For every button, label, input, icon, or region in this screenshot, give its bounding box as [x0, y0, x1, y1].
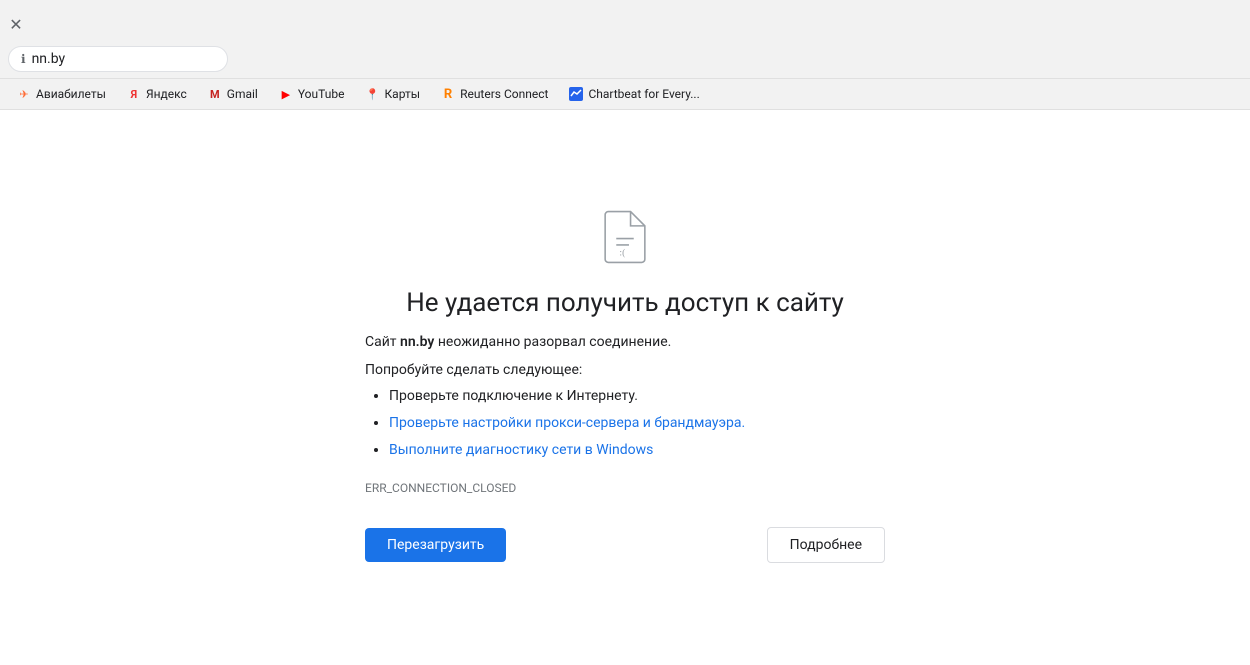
reload-button[interactable]: Перезагрузить [365, 528, 506, 562]
yandex-icon: Я [126, 86, 142, 102]
suggestion-1: Проверьте подключение к Интернету. [389, 386, 885, 407]
error-code: ERR_CONNECTION_CLOSED [365, 481, 885, 495]
bookmark-yandex[interactable]: Я Яндекс [118, 83, 195, 105]
aviasales-icon: ✈ [16, 86, 32, 102]
browser-chrome: ✕ ℹ nn.by ✈ Авиабилеты Я Яндекс M Gmail … [0, 0, 1250, 110]
error-body: Сайт nn.by неожиданно разорвал соединени… [365, 334, 885, 563]
bookmark-youtube-label: YouTube [298, 87, 345, 101]
suggestion-3-link[interactable]: Выполните диагностику сети в Windows [389, 442, 653, 458]
reuters-icon: R [440, 86, 456, 102]
bookmark-reuters-label: Reuters Connect [460, 87, 548, 101]
bookmark-maps[interactable]: 📍 Карты [356, 83, 428, 105]
buttons-row: Перезагрузить Подробнее [365, 527, 885, 563]
security-icon: ℹ [21, 52, 26, 66]
close-button[interactable]: ✕ [8, 16, 24, 32]
bookmark-chartbeat-label: Chartbeat for Every... [588, 87, 699, 101]
error-icon: :( [598, 210, 652, 264]
subtitle-suffix: неожиданно разорвал соединение. [434, 334, 671, 350]
bookmark-youtube[interactable]: ▶ YouTube [270, 83, 353, 105]
gmail-icon: M [207, 86, 223, 102]
bookmark-aviasales-label: Авиабилеты [36, 87, 106, 101]
bookmark-maps-label: Карты [384, 87, 420, 101]
address-bar-row: ℹ nn.by [0, 40, 1250, 78]
bookmark-aviasales[interactable]: ✈ Авиабилеты [8, 83, 114, 105]
bookmark-gmail-label: Gmail [227, 87, 258, 101]
bookmarks-bar: ✈ Авиабилеты Я Яндекс M Gmail ▶ YouTube … [0, 78, 1250, 109]
youtube-icon: ▶ [278, 86, 294, 102]
details-button[interactable]: Подробнее [767, 527, 885, 563]
suggestion-1-text: Проверьте подключение к Интернету. [389, 388, 638, 404]
subtitle-prefix: Сайт [365, 334, 400, 350]
suggestion-2-link[interactable]: Проверьте настройки прокси-сервера и бра… [389, 415, 745, 431]
bookmark-chartbeat[interactable]: Chartbeat for Every... [560, 83, 707, 105]
error-title: Не удается получить доступ к сайту [406, 288, 844, 318]
suggestion-2[interactable]: Проверьте настройки прокси-сервера и бра… [389, 413, 885, 434]
error-subtitle: Сайт nn.by неожиданно разорвал соединени… [365, 334, 885, 350]
suggestions-title: Попробуйте сделать следующее: [365, 362, 885, 378]
svg-text::(: :( [619, 247, 625, 258]
bookmark-yandex-label: Яндекс [146, 87, 187, 101]
error-page: :( Не удается получить доступ к сайту Са… [0, 110, 1250, 665]
address-bar[interactable]: ℹ nn.by [8, 46, 228, 72]
suggestion-3[interactable]: Выполните диагностику сети в Windows [389, 440, 885, 461]
chartbeat-icon [568, 86, 584, 102]
bookmark-gmail[interactable]: M Gmail [199, 83, 266, 105]
maps-icon: 📍 [364, 86, 380, 102]
tab-bar: ✕ [0, 0, 1250, 40]
url-display: nn.by [32, 51, 66, 67]
bookmark-reuters[interactable]: R Reuters Connect [432, 83, 556, 105]
suggestions-list: Проверьте подключение к Интернету. Прове… [365, 386, 885, 461]
site-name: nn.by [400, 334, 434, 350]
